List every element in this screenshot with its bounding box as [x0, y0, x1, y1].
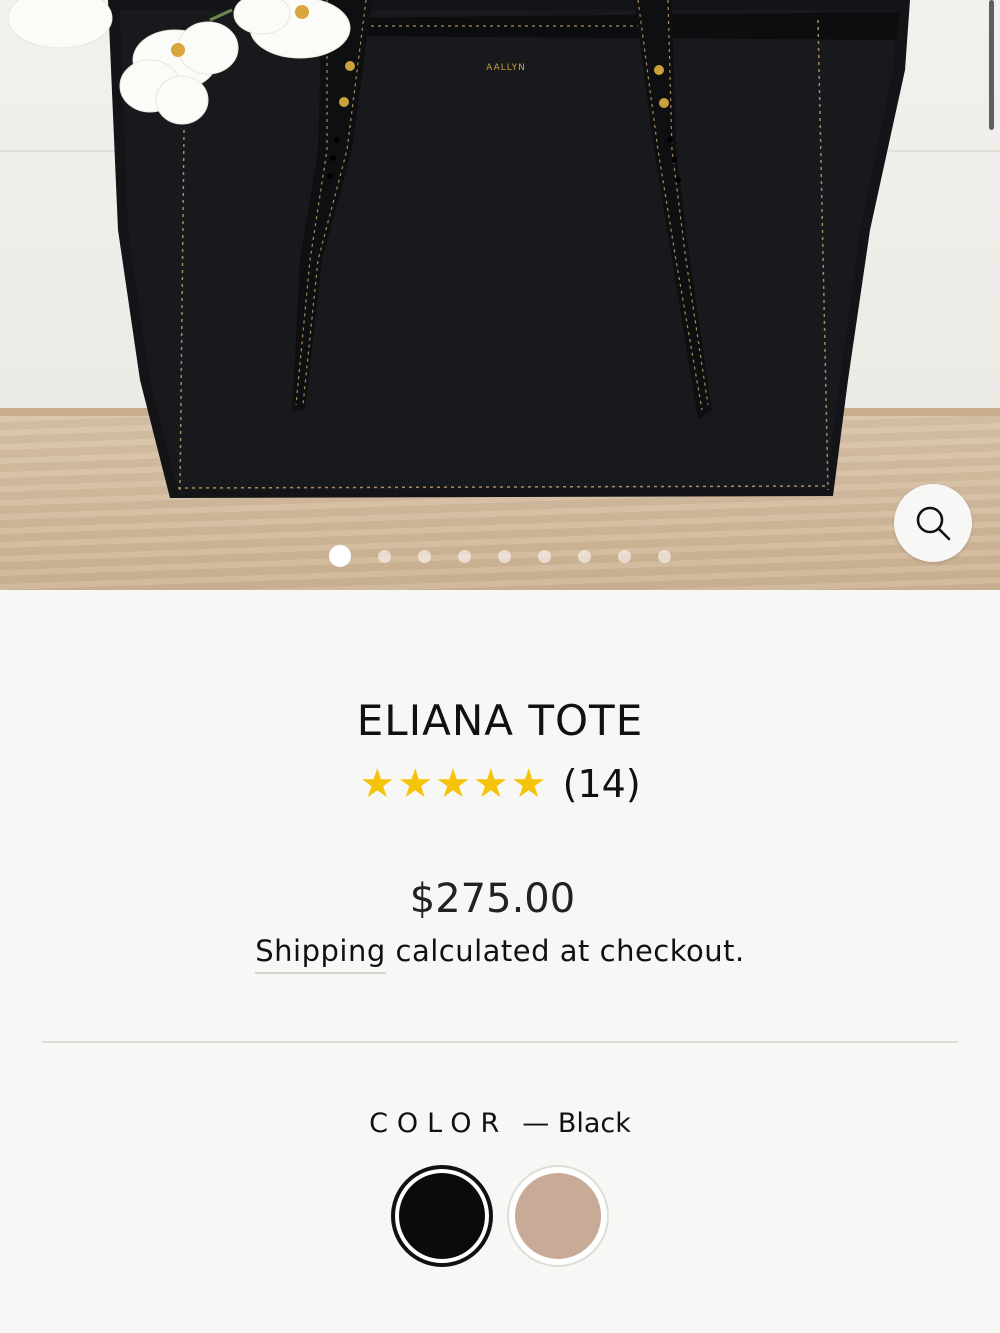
selected-color-name: — Black [522, 1108, 631, 1139]
product-title: ELIANA TOTE [356, 696, 644, 745]
shipping-link[interactable]: Shipping [255, 934, 386, 974]
gallery-dot[interactable] [578, 549, 591, 563]
product-page: AALLYN ELIANA TOTE ★ ★ ★ ★ ★ (14) $275.0… [0, 0, 1000, 1333]
color-swatch-taupe[interactable] [507, 1165, 609, 1267]
product-photo: AALLYN [7, 0, 910, 498]
gallery-dot[interactable] [329, 545, 351, 567]
rating-stars: ★ ★ ★ ★ ★ [359, 764, 546, 804]
gallery-dot[interactable] [498, 549, 511, 563]
gallery-dot[interactable] [378, 549, 391, 563]
color-swatches [0, 1165, 1000, 1267]
gallery-pagination [0, 545, 1000, 567]
shipping-note-text: calculated at checkout. [385, 934, 745, 968]
product-price: $275.00 [409, 876, 576, 922]
section-divider [42, 1041, 958, 1043]
color-swatch-black[interactable] [391, 1165, 493, 1267]
search-icon [916, 506, 951, 541]
star-icon: ★ [435, 761, 471, 807]
swatch-color-fill [399, 1173, 485, 1259]
shipping-note: Shipping calculated at checkout. [0, 934, 1000, 974]
star-icon: ★ [472, 761, 509, 807]
star-icon: ★ [397, 761, 434, 807]
gallery-dot[interactable] [538, 549, 551, 563]
gallery-dot[interactable] [658, 549, 671, 563]
color-label: COLOR [369, 1108, 509, 1139]
review-count[interactable]: (14) [563, 762, 641, 806]
page-scrollbar[interactable] [989, 0, 994, 130]
star-icon: ★ [359, 761, 396, 807]
gallery-dot[interactable] [418, 549, 431, 563]
swatch-color-fill [515, 1173, 601, 1259]
gallery-dot[interactable] [458, 549, 471, 563]
svg-text:AALLYN: AALLYN [486, 63, 526, 73]
star-icon: ★ [510, 761, 547, 807]
color-option-header: COLOR — Black [0, 1108, 1000, 1139]
product-image-gallery[interactable]: AALLYN [0, 0, 1000, 590]
gallery-dot[interactable] [618, 549, 631, 563]
zoom-button[interactable] [894, 484, 972, 562]
product-rating[interactable]: ★ ★ ★ ★ ★ (14) [0, 762, 1000, 806]
